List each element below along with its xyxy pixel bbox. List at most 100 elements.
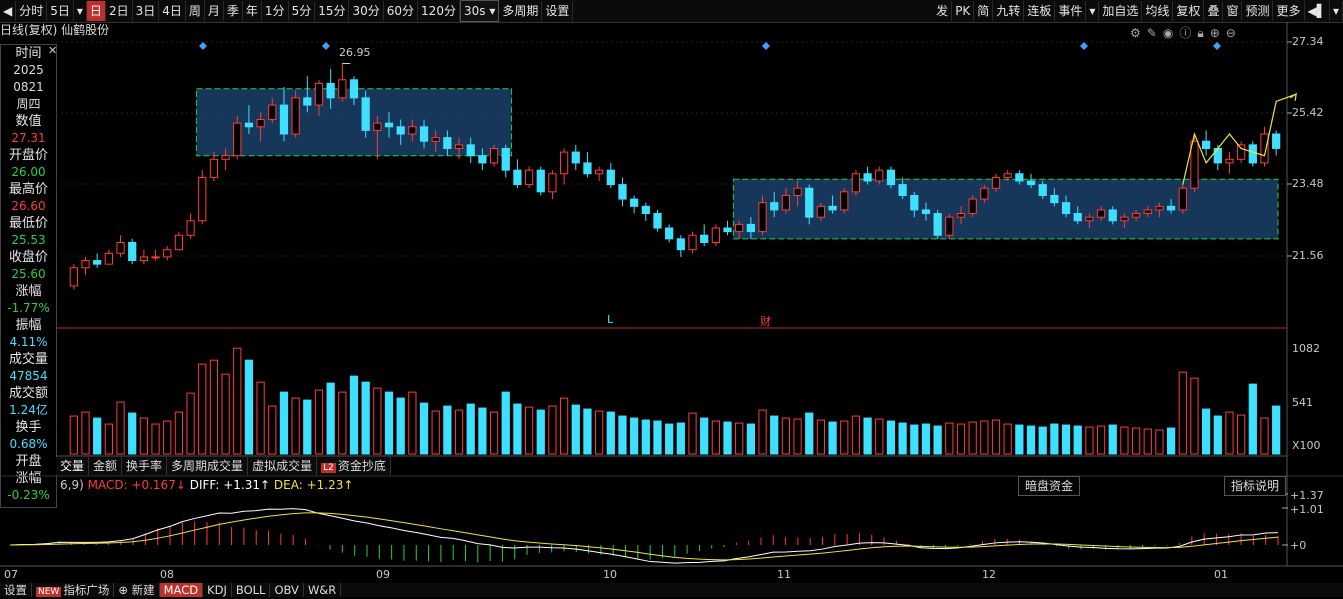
volume-bar xyxy=(1038,426,1047,455)
info-icon[interactable]: ⓘ xyxy=(1179,26,1197,40)
candle-body xyxy=(198,176,207,222)
volume-bar xyxy=(688,412,697,455)
macd-axis-label: +1.01 xyxy=(1290,503,1324,516)
volume-bar xyxy=(128,412,137,455)
plus-icon: ⊕ xyxy=(118,583,132,597)
candle-body xyxy=(618,184,627,200)
volume-bar xyxy=(174,411,184,455)
tab-obv[interactable]: OBV xyxy=(270,583,304,597)
candle-body xyxy=(1015,173,1024,182)
pen-icon[interactable]: ✎ xyxy=(1147,26,1163,40)
volume-bar xyxy=(221,373,230,455)
candle-body xyxy=(303,97,312,106)
eye-icon[interactable]: ◉ xyxy=(1163,26,1179,40)
candle-body xyxy=(653,213,662,229)
zoom-out-icon[interactable]: ⊖ xyxy=(1226,26,1242,40)
volume-bar xyxy=(1202,408,1211,455)
tab-turnover[interactable]: 换手率 xyxy=(122,457,168,475)
volume-bar xyxy=(548,405,557,455)
candle-body xyxy=(1085,216,1094,222)
volume-bar xyxy=(256,381,265,455)
tab-wr[interactable]: W&R xyxy=(304,583,342,597)
volume-bar xyxy=(513,403,522,455)
new-indicator-button[interactable]: ⊕ 新建 xyxy=(114,583,160,597)
event-marker xyxy=(1080,42,1088,50)
volume-bar xyxy=(303,399,312,455)
volume-bar xyxy=(1143,428,1152,455)
candle-body xyxy=(781,194,791,211)
tab-kdj[interactable]: KDJ xyxy=(203,583,232,597)
volume-tabs: 交量 金额 换手率 多周期成交量 虚拟成交量 L2 资金抄底 xyxy=(56,457,391,475)
candle-body xyxy=(501,147,510,171)
marker-finance[interactable]: 财 xyxy=(760,313,771,329)
indicator-square-button[interactable]: NEW 指标广场 xyxy=(32,583,115,597)
volume-bar xyxy=(408,391,417,455)
new-indicator-label: 新建 xyxy=(131,583,155,597)
settings-button[interactable]: 设置 xyxy=(0,583,32,597)
volume-bar xyxy=(1260,417,1269,455)
candle-body xyxy=(571,151,580,164)
volume-bar xyxy=(1166,427,1176,455)
l2-badge: L2 xyxy=(321,463,336,473)
candle-body xyxy=(349,79,359,99)
gear-icon[interactable]: ⚙ xyxy=(1130,26,1147,40)
volume-bar xyxy=(1131,427,1141,455)
candle-body xyxy=(174,234,184,251)
volume-bar xyxy=(314,389,324,455)
volume-bar xyxy=(1026,425,1036,455)
volume-bar xyxy=(1120,426,1129,455)
candle-body xyxy=(151,256,160,259)
candle-body xyxy=(898,184,907,196)
volume-bar xyxy=(1225,411,1234,455)
volume-bar xyxy=(326,382,335,455)
candle-body xyxy=(840,191,849,211)
candle-body xyxy=(641,205,650,215)
volume-bar xyxy=(384,391,394,455)
macd-params: 6,9) xyxy=(60,478,84,492)
volume-bar xyxy=(746,423,755,455)
candle-body xyxy=(128,241,137,262)
tab-multi-period-volume[interactable]: 多周期成交量 xyxy=(167,457,249,475)
volume-bar xyxy=(921,423,931,455)
price-axis-label: 23.48 xyxy=(1292,177,1324,190)
volume-bar xyxy=(886,420,896,455)
tab-macd[interactable]: MACD xyxy=(159,583,204,597)
lock-icon[interactable]: 🔒︎ xyxy=(1197,26,1209,40)
volume-bar xyxy=(700,417,709,455)
event-marker xyxy=(762,42,770,50)
volume-bar xyxy=(163,420,172,455)
candle-body xyxy=(583,162,592,175)
volume-bar xyxy=(793,418,802,455)
volume-bar xyxy=(151,423,160,455)
volume-bar xyxy=(641,419,650,455)
time-label: 08 xyxy=(160,568,174,581)
indicator-square-label: 指标广场 xyxy=(63,583,110,597)
candle-body xyxy=(1003,173,1012,178)
candle-body xyxy=(746,223,755,233)
volume-bar xyxy=(571,404,580,455)
tab-amount[interactable]: 金额 xyxy=(89,457,123,475)
candle-body xyxy=(735,223,744,233)
candle-body xyxy=(69,267,78,287)
volume-bar xyxy=(980,420,989,455)
volume-bar xyxy=(1213,415,1222,455)
volume-bar xyxy=(198,363,207,455)
marker-l[interactable]: L xyxy=(607,313,613,326)
indicator-help-button[interactable]: 指标说明 xyxy=(1224,476,1287,496)
zoom-in-icon[interactable]: ⊕ xyxy=(1210,26,1226,40)
volume-bar xyxy=(595,410,604,455)
dark-pool-button[interactable]: 暗盘资金 xyxy=(1018,476,1081,496)
volume-bar xyxy=(723,421,732,455)
volume-bar xyxy=(396,397,405,455)
volume-bar xyxy=(559,397,569,455)
tab-boll[interactable]: BOLL xyxy=(232,583,271,597)
tab-fund-bottom[interactable]: L2 资金抄底 xyxy=(317,457,391,475)
candle-body xyxy=(221,155,230,160)
candle-body xyxy=(665,227,674,240)
tab-volume[interactable]: 交量 xyxy=(56,457,90,475)
volume-bar xyxy=(1108,424,1117,455)
candle-body xyxy=(314,82,324,106)
tab-virtual-volume[interactable]: 虚拟成交量 xyxy=(248,457,318,475)
candle-body xyxy=(700,234,709,243)
chart-tools: ⚙✎◉ⓘ🔒︎⊕⊖ xyxy=(1130,24,1242,41)
